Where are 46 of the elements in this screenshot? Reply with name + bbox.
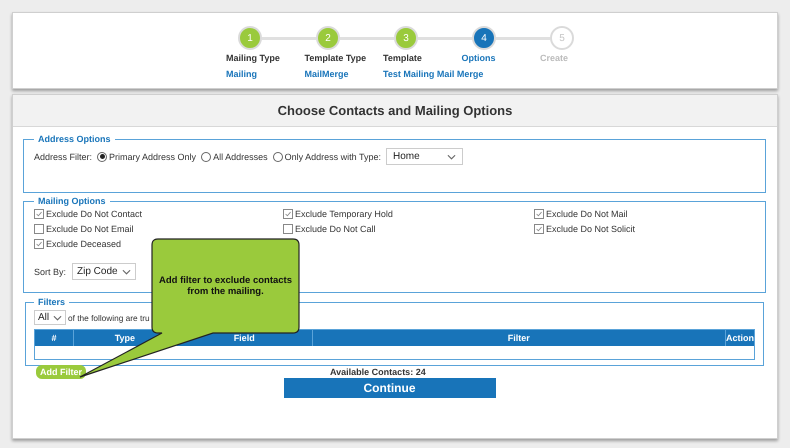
dropdown[interactable]: Home: [386, 148, 463, 165]
group-legend: Mailing Options: [34, 196, 110, 206]
checkbox-label[interactable]: Exclude Do Not Solicit: [546, 224, 636, 234]
step-label: Create: [540, 53, 568, 63]
checkbox[interactable]: [283, 209, 293, 219]
checkbox[interactable]: [534, 224, 544, 234]
dropdown[interactable]: Zip Code: [72, 263, 136, 280]
chevron-down-icon: [122, 268, 132, 274]
chevron-down-icon: [53, 314, 62, 320]
step-label: Template: [383, 53, 422, 63]
checkbox-label[interactable]: Exclude Do Not Email: [46, 224, 134, 234]
checkbox[interactable]: [34, 209, 44, 219]
callout-text: Add filter to exclude contacts from the mailing.: [158, 275, 293, 297]
field-label: Address Filter:: [34, 152, 92, 162]
available-contacts: Available Contacts: 24: [330, 367, 426, 377]
radio-button[interactable]: [97, 152, 108, 162]
checkbox[interactable]: [34, 224, 44, 234]
radio-button[interactable]: [201, 152, 212, 162]
step-circle[interactable]: 4: [472, 26, 496, 50]
group-legend: Filters: [34, 297, 70, 307]
continue-button[interactable]: Continue: [284, 378, 496, 398]
checkbox-label[interactable]: Exclude Do Not Contact: [46, 209, 142, 219]
radio-label[interactable]: All Addresses: [213, 152, 268, 162]
step-label: Options: [462, 53, 496, 63]
field-label: Sort By:: [34, 266, 66, 276]
chevron-down-icon: [446, 154, 456, 160]
step-label: Mailing Type: [226, 53, 280, 63]
radio-button[interactable]: [272, 152, 283, 162]
dropdown[interactable]: All: [34, 310, 66, 325]
checkbox-label[interactable]: Exclude Do Not Mail: [546, 209, 628, 219]
checkbox-label[interactable]: Exclude Temporary Hold: [295, 209, 393, 219]
checkbox[interactable]: [534, 209, 544, 219]
checkbox[interactable]: [283, 224, 293, 234]
step-value: Test Mailing Mail Merge: [383, 69, 484, 79]
checkbox[interactable]: [34, 239, 44, 249]
page-title: Choose Contacts and Mailing Options: [13, 95, 777, 127]
group-legend: Address Options: [34, 134, 115, 144]
radio-label[interactable]: Only Address with Type:: [284, 152, 381, 162]
column-header: Action: [726, 332, 754, 345]
checkbox-label[interactable]: Exclude Deceased: [46, 239, 122, 249]
radio-label[interactable]: Primary Address Only: [109, 152, 196, 162]
checkbox-label[interactable]: Exclude Do Not Call: [295, 224, 376, 234]
step-value: MailMerge: [304, 69, 349, 79]
step-value: Mailing: [226, 69, 257, 79]
match-text: of the following are tru: [68, 312, 150, 322]
step-label: Template Type: [304, 53, 366, 63]
